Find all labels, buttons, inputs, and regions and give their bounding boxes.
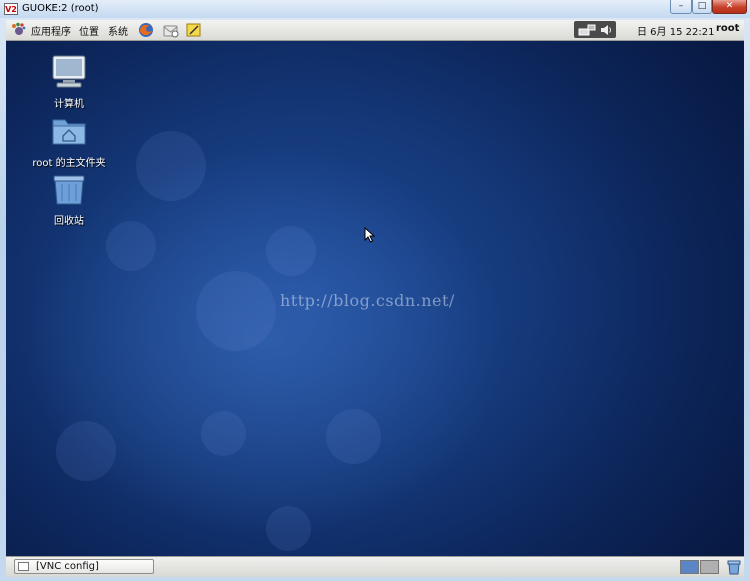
notes-icon[interactable]	[186, 22, 202, 38]
workspace-switcher-1[interactable]	[680, 560, 699, 574]
bokeh-light	[201, 411, 246, 456]
vnc-app-icon[interactable]: V2	[4, 3, 18, 15]
maximize-button[interactable]: □	[692, 0, 712, 14]
bokeh-light	[266, 506, 311, 551]
bokeh-light	[56, 421, 116, 481]
firefox-icon[interactable]	[138, 22, 154, 38]
trash-icon	[53, 175, 85, 205]
mail-icon[interactable]	[163, 22, 179, 38]
desktop-icon-label: root 的主文件夹	[32, 158, 106, 169]
desktop-icon-label: 计算机	[54, 99, 84, 110]
close-button[interactable]: ✕	[712, 0, 747, 14]
bokeh-light	[106, 221, 156, 271]
bokeh-light	[196, 271, 276, 351]
volume-icon[interactable]	[599, 23, 613, 37]
desktop-icon-computer[interactable]: 计算机	[14, 55, 124, 110]
bottom-panel: [VNC config]	[6, 556, 744, 577]
window-title: GUOKE:2 (root)	[22, 3, 99, 14]
desktop-icon-label: 回收站	[54, 216, 84, 227]
gnome-foot-icon[interactable]	[11, 22, 26, 37]
user-menu[interactable]: root	[716, 23, 739, 34]
home-folder-icon	[52, 119, 86, 145]
desktop[interactable]: 计算机 root 的主文件夹 回收站 http://blog.csdn.net/	[6, 41, 744, 556]
bokeh-light	[326, 409, 381, 464]
desktop-icon-home-folder[interactable]: root 的主文件夹	[14, 114, 124, 169]
taskbar-window-label: [VNC config]	[36, 561, 99, 572]
top-panel: 应用程序 位置 系统 日 6月 15 22:21 root	[6, 20, 744, 41]
trash-applet-icon[interactable]	[726, 559, 742, 575]
taskbar-window-button[interactable]: [VNC config]	[14, 559, 154, 574]
computer-icon	[52, 55, 86, 88]
mouse-cursor-icon	[364, 227, 376, 243]
vnc-window-frame: V2 GUOKE:2 (root) – □ ✕ 应用程序 位置 系统 日 6月 …	[0, 0, 750, 581]
window-titlebar[interactable]: V2 GUOKE:2 (root) – □ ✕	[0, 0, 750, 18]
bokeh-light	[136, 131, 206, 201]
watermark-text: http://blog.csdn.net/	[280, 291, 455, 310]
menu-applications[interactable]: 应用程序	[31, 23, 71, 38]
workspace-switcher-2[interactable]	[700, 560, 719, 574]
menu-places[interactable]: 位置	[79, 23, 99, 38]
bokeh-light	[266, 226, 316, 276]
desktop-icon-trash[interactable]: 回收站	[14, 172, 124, 227]
network-icon[interactable]	[578, 23, 596, 37]
panel-clock[interactable]: 日 6月 15 22:21	[637, 23, 714, 38]
menu-system[interactable]: 系统	[108, 23, 128, 38]
window-icon	[18, 562, 29, 571]
minimize-button[interactable]: –	[670, 0, 692, 14]
